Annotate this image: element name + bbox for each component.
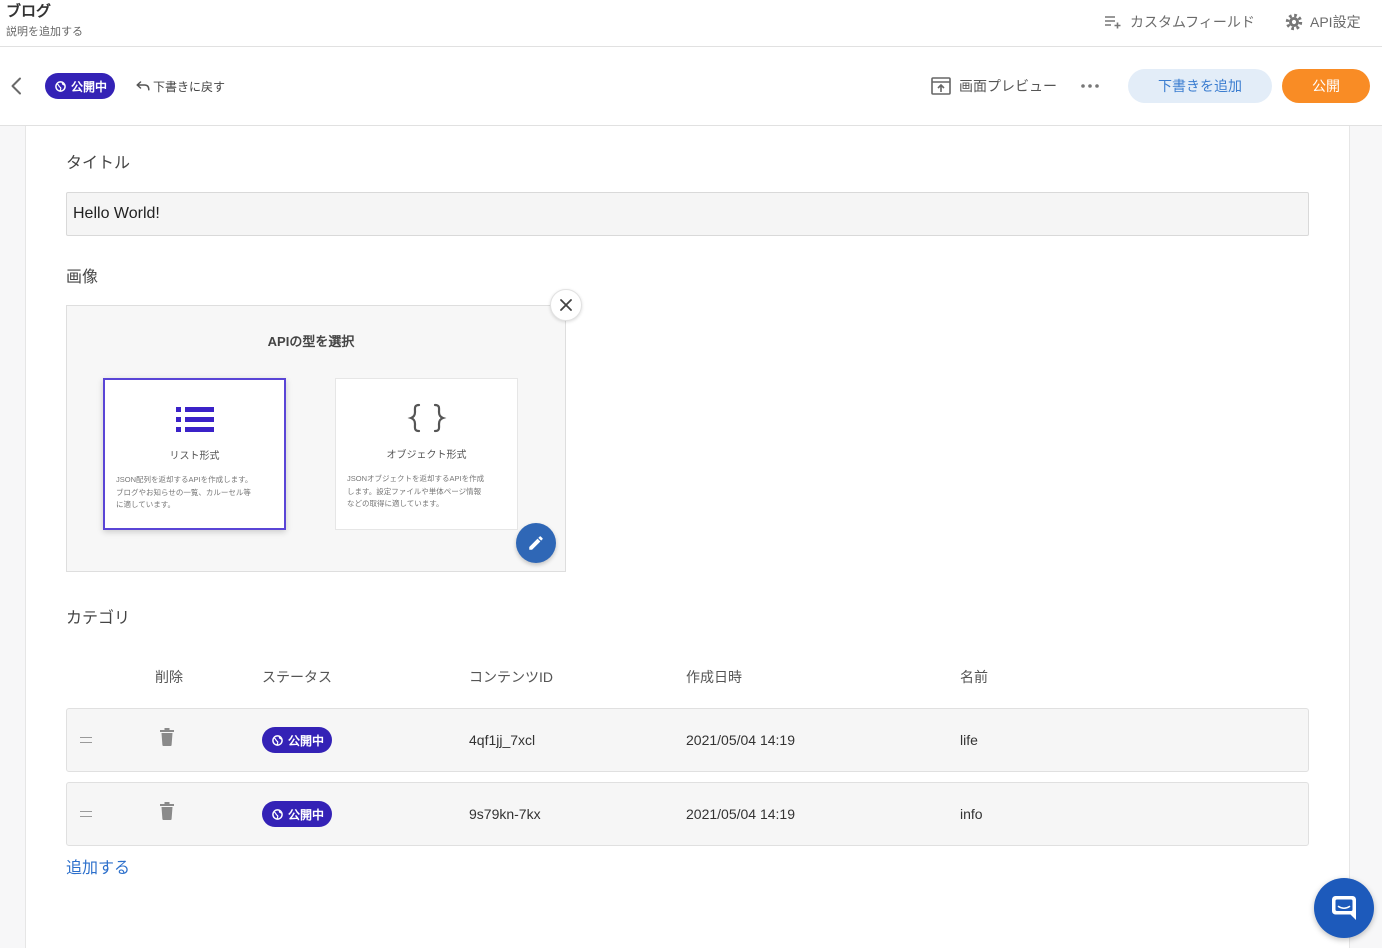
name-cell: info <box>960 806 983 822</box>
api-settings-label: API設定 <box>1310 14 1361 30</box>
publish-button[interactable]: 公開 <box>1282 69 1370 103</box>
more-horizontal-icon <box>1081 84 1099 88</box>
edit-image-button[interactable] <box>516 523 556 563</box>
status-badge-label: 公開中 <box>288 807 325 822</box>
revert-to-draft-label: 下書きに戻す <box>153 79 226 94</box>
revert-to-draft-button[interactable]: 下書きに戻す <box>136 77 225 95</box>
custom-field-label: カスタムフィールド <box>1130 14 1255 30</box>
content-id-cell: 4qf1jj_7xcl <box>469 732 536 748</box>
table-row: 公開中 4qf1jj_7xcl 2021/05/04 14:19 life <box>66 708 1309 772</box>
pencil-icon <box>529 536 543 550</box>
app-header: ブログ 説明を追加する カスタムフィールド API設定 <box>0 0 1382 47</box>
created-at-cell: 2021/05/04 14:19 <box>686 732 795 748</box>
gear-icon <box>1285 13 1303 31</box>
description-line: JSONオブジェクトを返却するAPIを作成 <box>347 474 485 483</box>
open-preview-icon <box>931 77 951 95</box>
title-field-label: タイトル <box>66 155 131 172</box>
api-settings-button[interactable]: API設定 <box>1285 12 1361 32</box>
add-description-link[interactable]: 説明を追加する <box>6 24 83 40</box>
editor-toolbar: 公開中 下書きに戻す 画面プレビュー 下書きを追加 公開 <box>0 47 1382 126</box>
column-header-status: ステータス <box>262 669 332 685</box>
description-line: に適しています。 <box>116 500 176 509</box>
screen-preview-label: 画面プレビュー <box>959 78 1057 94</box>
delete-row-button[interactable] <box>160 728 174 746</box>
title-input[interactable] <box>66 192 1309 236</box>
api-type-card-list: リスト形式 JSON配列を返却するAPIを作成します。 ブログやお知らせの一覧、… <box>103 378 286 530</box>
undo-icon <box>136 81 150 91</box>
list-icon <box>175 407 214 432</box>
image-preview[interactable]: APIの型を選択 リスト形式 JSON配列を返却するAPIを作成します。 ブログ… <box>66 305 566 572</box>
chat-support-button[interactable] <box>1314 878 1374 938</box>
screen-preview-button[interactable]: 画面プレビュー <box>931 76 1057 96</box>
globe-icon <box>272 734 283 746</box>
back-button[interactable] <box>6 75 26 97</box>
chevron-left-icon <box>11 77 21 95</box>
playlist-add-icon <box>1105 16 1121 29</box>
add-category-link[interactable]: 追加する <box>66 860 130 878</box>
status-badge-label: 公開中 <box>288 733 325 748</box>
api-title: ブログ <box>6 3 52 20</box>
drag-handle-icon[interactable] <box>80 811 92 817</box>
description-line: JSON配列を返却するAPIを作成します。 <box>116 475 253 484</box>
column-header-created-at: 作成日時 <box>686 669 742 685</box>
status-badge: 公開中 <box>262 801 332 827</box>
list-icon-wrap <box>105 407 284 432</box>
delete-row-button[interactable] <box>160 802 174 820</box>
column-header-delete: 削除 <box>155 669 183 685</box>
custom-field-button[interactable]: カスタムフィールド <box>1104 12 1255 32</box>
image-heading: APIの型を選択 <box>267 334 355 349</box>
trash-icon <box>160 802 174 820</box>
drag-handle-icon[interactable] <box>80 737 92 743</box>
name-cell: life <box>960 732 978 748</box>
trash-icon <box>160 728 174 746</box>
api-type-description: JSON配列を返却するAPIを作成します。 ブログやお知らせの一覧、カルーセル等… <box>116 474 281 512</box>
description-line: します。設定ファイルや単体ページ情報 <box>347 486 482 496</box>
more-options-button[interactable] <box>1080 78 1100 94</box>
close-icon <box>560 299 572 311</box>
add-draft-button[interactable]: 下書きを追加 <box>1128 69 1272 103</box>
status-badge: 公開中 <box>45 73 115 99</box>
chat-icon <box>1332 896 1356 920</box>
created-at-cell: 2021/05/04 14:19 <box>686 806 795 822</box>
api-type-name: オブジェクト形式 <box>386 450 467 461</box>
status-badge-label: 公開中 <box>71 79 108 94</box>
editor-main: タイトル 画像 APIの型を選択 リスト形式 JSON配列を返却するAPIを作成… <box>0 126 1382 948</box>
api-type-description: JSONオブジェクトを返却するAPIを作成 します。設定ファイルや単体ページ情報… <box>347 473 512 511</box>
remove-image-button[interactable] <box>550 289 582 321</box>
status-badge: 公開中 <box>262 727 332 753</box>
braces-icon-wrap <box>336 403 517 433</box>
globe-icon <box>55 80 66 92</box>
globe-icon <box>272 808 283 820</box>
image-field-label: 画像 <box>66 269 99 286</box>
table-row: 公開中 9s79kn-7kx 2021/05/04 14:19 info <box>66 782 1309 846</box>
content-id-cell: 9s79kn-7kx <box>469 806 541 822</box>
description-line: などの取得に適しています。 <box>347 499 444 508</box>
api-type-card-object: オブジェクト形式 JSONオブジェクトを返却するAPIを作成 します。設定ファイ… <box>335 378 518 530</box>
column-header-content-id: コンテンツID <box>469 669 553 685</box>
category-field-label: カテゴリ <box>66 610 131 627</box>
column-header-name: 名前 <box>960 669 988 685</box>
braces-icon <box>407 403 446 433</box>
api-type-name: リスト形式 <box>169 451 220 462</box>
description-line: ブログやお知らせの一覧、カルーセル等 <box>116 487 251 497</box>
